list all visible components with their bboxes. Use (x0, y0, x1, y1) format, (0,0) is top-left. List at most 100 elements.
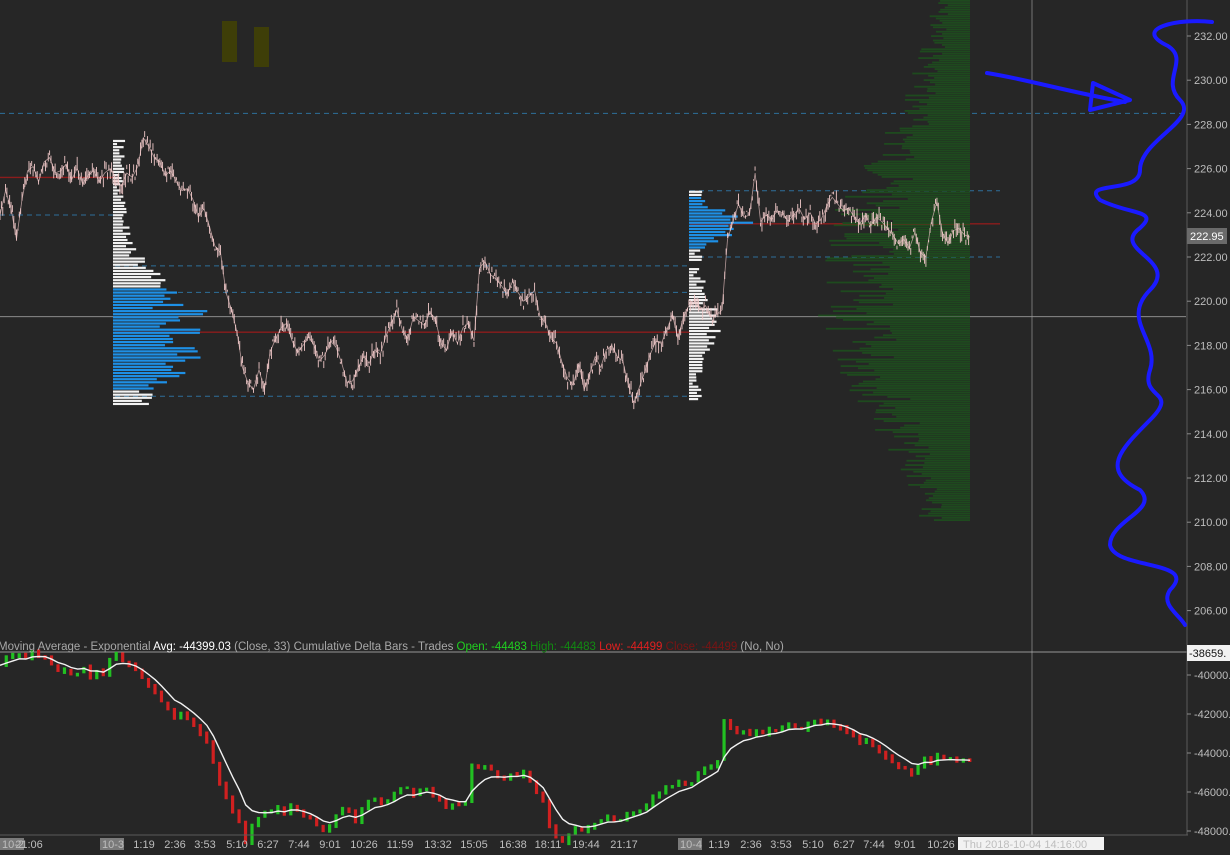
drawn-annotation[interactable] (985, 19, 1214, 627)
volume-bar (932, 495, 970, 497)
delta-bar-down (146, 677, 151, 688)
profile-bar (689, 252, 695, 255)
last-price-label: 222.95 (1190, 231, 1224, 243)
volume-bar (825, 259, 970, 262)
volume-bar (924, 462, 970, 464)
time-tick-label: 1:19 (133, 839, 154, 850)
delta-bar-down (315, 817, 319, 827)
volume-bar (825, 327, 970, 330)
price-tick-label: 208.00 (1194, 561, 1228, 573)
volume-bar (840, 365, 970, 367)
profile-bar (113, 142, 118, 146)
volume-bar (914, 85, 970, 88)
volume-bar (905, 158, 970, 161)
profile-bar (113, 161, 121, 164)
delta-bar-up (703, 766, 707, 776)
volume-bar (920, 486, 970, 488)
volume-bar (887, 396, 970, 398)
trading-chart[interactable]: 232.00 230.00 228.00 226.00 224.00 222.00 220.… (0, 0, 1230, 851)
delta-bar-up (340, 806, 345, 816)
profile-bar-value-area (113, 340, 174, 344)
volume-bar (852, 341, 970, 343)
profile-bar-value-area (113, 316, 179, 319)
delta-bar-down (871, 738, 875, 748)
chart-canvas[interactable]: 232.00 230.00 228.00 226.00 224.00 222.00 220.… (0, 0, 1230, 851)
volume-bar (879, 242, 970, 244)
volume-bar (863, 275, 970, 277)
delta-bar-up (696, 771, 700, 783)
profile-bar (689, 329, 721, 333)
volume-bar (853, 299, 970, 301)
delta-bar-down (929, 756, 933, 765)
reference-lines (0, 0, 1188, 835)
volume-bar (912, 105, 970, 108)
volume-bar (904, 99, 970, 101)
profile-bar (113, 207, 127, 211)
delta-bar-up (813, 719, 817, 726)
volume-bar (885, 292, 970, 295)
delta-bar-up (651, 794, 655, 808)
volume-bar (826, 257, 970, 260)
volume-bar (871, 345, 970, 348)
volume-bar (928, 497, 970, 499)
profile-bar (113, 158, 122, 161)
profile-bar-value-area (689, 243, 707, 246)
volume-bar (930, 24, 970, 26)
profile-bar (113, 192, 118, 195)
profile-bar-value-area (113, 381, 167, 384)
profile-bar (113, 390, 140, 393)
volume-bar (886, 187, 970, 189)
volume-bar (912, 72, 970, 75)
volume-bar (866, 202, 970, 205)
profile-bar-value-area (113, 310, 208, 313)
volume-bar (866, 189, 970, 191)
delta-bar-down (735, 725, 739, 735)
profile-bar (689, 345, 708, 348)
volume-bar (893, 253, 970, 255)
delta-tick-label: -44000. (1194, 748, 1230, 760)
delta-bar-down (910, 768, 914, 777)
indicator-info-segment: (Close, 33) (231, 641, 291, 653)
volume-bar (921, 508, 970, 510)
delta-bar-up (11, 652, 15, 660)
profile-bar-value-area (113, 291, 178, 294)
time-tick-label: 7:44 (288, 839, 309, 850)
delta-bar-up (483, 765, 487, 770)
profile-bar-value-area (113, 294, 165, 297)
time-tick-label: 2:36 (164, 839, 185, 850)
profile-bar (113, 170, 124, 174)
volume-bar (941, 44, 970, 46)
delta-bar-up (864, 737, 868, 745)
price-tick-label: 216.00 (1194, 385, 1228, 397)
delta-bar-up (75, 672, 79, 677)
volume-bar (902, 138, 970, 141)
profile-bar (689, 277, 701, 280)
volume-bar (947, 13, 970, 15)
volume-bar (929, 15, 970, 18)
profile-bar-value-area (113, 378, 157, 381)
profile-bar (689, 255, 703, 258)
delta-bar-down (541, 791, 545, 803)
volume-bar (888, 272, 970, 275)
delta-tick-label: -40000. (1194, 670, 1230, 682)
profile-bar (113, 285, 161, 288)
time-tick-label: 1:19 (708, 839, 729, 850)
volume-bar (923, 79, 970, 81)
volume-bar (873, 391, 970, 394)
profile-bar (113, 248, 137, 251)
profile-bar (689, 280, 706, 283)
delta-bar-down (580, 827, 584, 832)
profile-bar-value-area (113, 297, 171, 300)
volume-bar (934, 41, 970, 44)
cumulative-delta-panel[interactable] (0, 649, 972, 846)
volume-bar (921, 48, 970, 51)
volume-bar (923, 66, 970, 68)
profile-bar-value-area (113, 387, 154, 390)
profile-bar (689, 370, 703, 373)
profile-bar (689, 354, 703, 357)
volume-bar (840, 371, 970, 374)
volume-bar (836, 316, 970, 319)
volume-bar (890, 330, 970, 332)
delta-bar-up (606, 814, 610, 822)
delta-bar-down (205, 731, 209, 744)
